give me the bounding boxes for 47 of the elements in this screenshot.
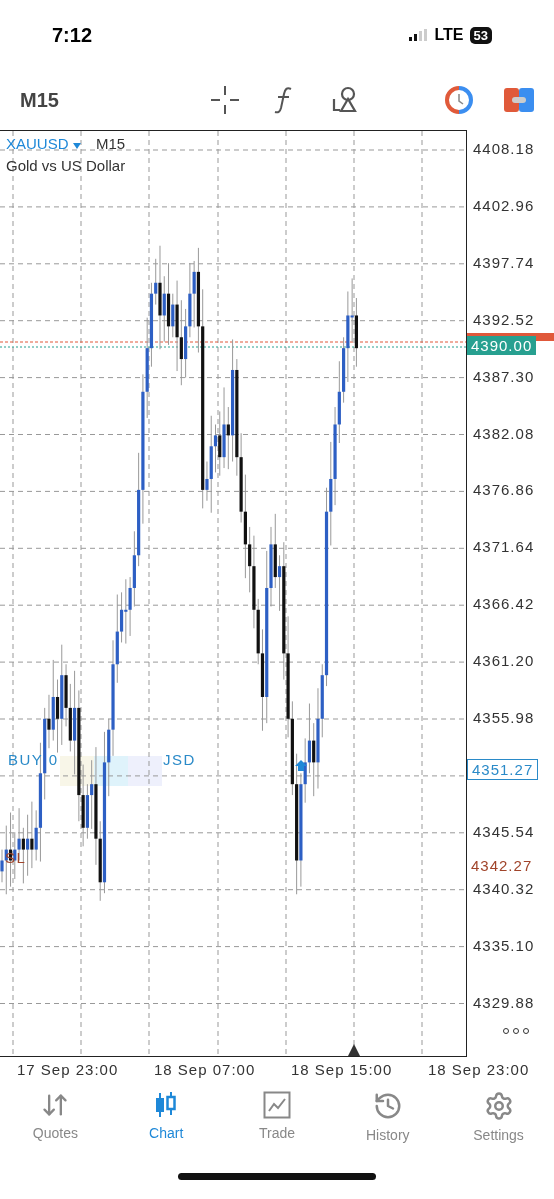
time-label: 17 Sep 23:00 (17, 1061, 119, 1078)
time-marker-icon (348, 1044, 360, 1056)
price-tick: 4340.32 (473, 879, 535, 897)
time-label: 18 Sep 15:00 (291, 1061, 393, 1078)
settings-icon (483, 1091, 514, 1121)
price-tick: 4402.96 (473, 196, 535, 214)
network-label: LTE (434, 26, 464, 44)
price-tick: 4392.52 (473, 310, 535, 328)
timeframe-button[interactable]: M15 (20, 88, 210, 112)
price-tick: 4376.86 (473, 481, 535, 499)
signal-icon (408, 29, 429, 41)
caret-icon (72, 143, 81, 149)
price-tick: 4335.10 (473, 936, 535, 954)
toggle-icon[interactable] (504, 88, 534, 112)
price-tick: 4355.98 (473, 709, 535, 726)
price-tick: 4408.18 (473, 140, 535, 157)
time-label: 18 Sep 07:00 (154, 1061, 256, 1078)
clock-icon[interactable] (444, 85, 474, 115)
nav-tab[interactable]: Chart (116, 1091, 217, 1143)
price-tick: 4382.08 (473, 424, 535, 442)
nav-tab[interactable]: History (337, 1091, 438, 1143)
time-label: 18 Sep 23:00 (428, 1061, 530, 1078)
price-tick: 4361.20 (473, 652, 535, 670)
crosshair-icon[interactable] (210, 85, 240, 115)
line-chart-icon (263, 1091, 291, 1119)
price-tick: 4345.54 (473, 822, 535, 840)
order-label: BUY 0 (8, 751, 59, 768)
battery-indicator: 53 (469, 26, 492, 44)
status-time: 7:12 (52, 23, 93, 47)
price-tick: 4371.64 (473, 538, 535, 556)
order-label: JSD (163, 751, 196, 768)
price-tick: 4397.74 (473, 253, 535, 271)
price-label: 4390.00 (467, 336, 537, 355)
price-label: 4342.27 (470, 856, 534, 875)
order-label: SL (5, 849, 27, 866)
price-tick: 4387.30 (473, 367, 535, 385)
symbol-button[interactable]: XAUUSD (6, 135, 81, 152)
arrow-up-icon (295, 760, 307, 771)
function-icon[interactable] (274, 85, 294, 115)
price-label: 4351.27 (467, 759, 539, 780)
nav-tab[interactable]: Trade (227, 1091, 327, 1143)
nav-tab[interactable]: Quotes (5, 1091, 106, 1143)
price-tick: 4366.42 (473, 595, 535, 613)
symbol-description: Gold vs US Dollar (6, 157, 126, 174)
chart-timeframe: M15 (96, 135, 126, 152)
price-tick: 4329.88 (473, 993, 535, 1011)
nav-tab[interactable]: Settings (448, 1091, 549, 1143)
